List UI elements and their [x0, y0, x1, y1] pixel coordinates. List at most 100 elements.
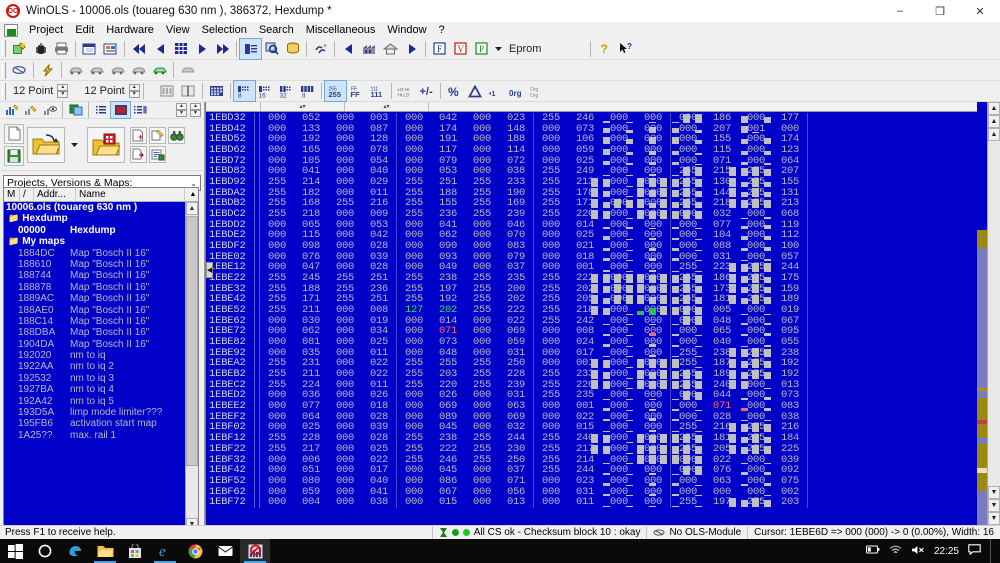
hex-value[interactable]: 013	[499, 497, 533, 508]
bits-16-icon[interactable]: 16	[255, 81, 276, 101]
tree-scroll-thumb[interactable]	[186, 216, 198, 466]
menu-miscellaneous[interactable]: Miscellaneous	[300, 22, 382, 38]
dock-stepper-1[interactable]: ▲ ▼	[176, 103, 187, 117]
hex-value[interactable]: 071	[499, 476, 533, 487]
hex-value[interactable]: 255	[534, 444, 568, 455]
checksum-section[interactable]: All CS ok - Checksum block 10 : okay	[431, 525, 647, 540]
zoom-find-icon[interactable]	[261, 39, 282, 59]
hex-value[interactable]: 025	[362, 444, 396, 455]
stack-icon[interactable]	[282, 39, 303, 59]
car-6-icon[interactable]	[177, 60, 198, 80]
hex-scroll-down-button[interactable]: ▼	[988, 486, 1000, 499]
start-button[interactable]	[0, 539, 30, 563]
menu-project[interactable]: Project	[23, 22, 69, 38]
tree-item[interactable]: 188610Map "Bosch II 16"▏	[4, 259, 198, 270]
binoculars-icon[interactable]	[168, 126, 185, 144]
tree-item[interactable]: 188AE0Map "Bosch II 16"▏	[4, 305, 198, 316]
hex-value[interactable]: 000	[328, 476, 362, 487]
mail-button[interactable]	[210, 539, 240, 563]
flash-f-icon[interactable]: F	[429, 39, 450, 59]
save-file-icon[interactable]	[4, 145, 24, 166]
menu-search[interactable]: Search	[253, 22, 300, 38]
header-address-cell[interactable]	[206, 102, 261, 111]
tree-item[interactable]: 192532nm to iq 3■	[4, 373, 198, 384]
tree-col-m[interactable]: M	[4, 187, 20, 202]
new-file-icon[interactable]	[4, 123, 24, 144]
tree-item[interactable]: 📁 My maps	[4, 236, 198, 247]
details-page-icon[interactable]	[149, 145, 166, 163]
percent-icon[interactable]: %	[444, 81, 465, 101]
tree-item[interactable]: 1922AAnm to iq 2■	[4, 361, 198, 372]
map-select-icon[interactable]	[9, 60, 30, 80]
org-icon[interactable]: 0rg	[507, 81, 528, 101]
hex-value[interactable]: 000	[534, 497, 568, 508]
hex-value[interactable]: 217	[294, 444, 328, 455]
cortana-button[interactable]	[30, 539, 60, 563]
eprom-p-icon[interactable]: P	[471, 39, 492, 59]
tree-header-scroll-up-icon[interactable]: ▲	[185, 188, 198, 202]
hex-value[interactable]: 000	[328, 497, 362, 508]
menu-help[interactable]: ?	[433, 22, 451, 38]
car-2-icon[interactable]	[86, 60, 107, 80]
hex-scroll-bottom-button[interactable]: ▼	[988, 512, 1000, 525]
chart-wand-icon[interactable]	[21, 102, 40, 118]
hex-value[interactable]: 000	[328, 444, 362, 455]
car-5-icon[interactable]	[149, 60, 170, 80]
tree-scroll-up-button[interactable]: ▲	[186, 202, 198, 215]
help-icon[interactable]: ?	[594, 39, 615, 59]
tree-item[interactable]: 1927BAnm to iq 4■	[4, 384, 198, 395]
tree-item[interactable]: 188744Map "Bosch II 16"▏	[4, 270, 198, 281]
tree-item[interactable]: 1904DAMap "Bosch II 16"—	[4, 339, 198, 350]
signed-icon[interactable]: +/-	[416, 81, 437, 101]
volume-muted-icon[interactable]	[911, 545, 925, 558]
fullscreen-icon[interactable]	[110, 101, 131, 119]
hex-scroll-top-button[interactable]: ▲	[988, 102, 1000, 115]
hex-value[interactable]: 255	[397, 444, 431, 455]
hex-left-collapse-handle[interactable]: ◀	[206, 262, 213, 278]
open-project-icon[interactable]	[27, 126, 65, 163]
bin-111-icon[interactable]: 111 111	[367, 81, 388, 101]
dec-255-icon[interactable]: 255 255	[323, 80, 347, 102]
next-icon[interactable]	[191, 39, 212, 59]
factor-icon[interactable]: •1	[486, 81, 507, 101]
orgorg-icon[interactable]: Org Org	[528, 81, 549, 101]
delta-icon[interactable]	[465, 81, 486, 101]
tree-item[interactable]: 192020nm to iq■	[4, 350, 198, 361]
virtual-v-icon[interactable]: V	[450, 39, 471, 59]
open-window-icon[interactable]	[79, 39, 100, 59]
menu-hardware[interactable]: Hardware	[100, 22, 160, 38]
help-context-icon[interactable]: ?	[615, 39, 636, 59]
window-split-icon[interactable]	[66, 102, 85, 118]
chart-eye-icon[interactable]	[40, 102, 59, 118]
header-group-3[interactable]	[429, 102, 1000, 111]
hex-scroll-pageup-button[interactable]: ▲	[988, 115, 1000, 128]
list-order-icon[interactable]	[92, 102, 111, 118]
car-3-icon[interactable]	[107, 60, 128, 80]
store-button[interactable]	[120, 539, 150, 563]
lightning-icon[interactable]	[37, 60, 58, 80]
menu-window[interactable]: Window	[381, 22, 432, 38]
hex-scroll-pagedown-button[interactable]: ▼	[988, 499, 1000, 512]
grid-icon[interactable]	[170, 39, 191, 59]
hex-value[interactable]: 000	[465, 476, 499, 487]
internet-explorer-button[interactable]: e	[150, 539, 180, 563]
edge-button[interactable]	[60, 539, 90, 563]
menu-edit[interactable]: Edit	[69, 22, 100, 38]
tree-body[interactable]: 10006.ols (touareg 630 nm ) 📁 Hexdump 00000…	[4, 202, 198, 531]
car-1-icon[interactable]	[65, 60, 86, 80]
hex-value[interactable]: 040	[362, 476, 396, 487]
hex-scroll-up-button[interactable]: ▲	[988, 128, 1000, 141]
hex-value[interactable]: 230	[499, 444, 533, 455]
font-size-1-stepper[interactable]: ▲ ▼	[57, 84, 69, 98]
hex-ff-icon[interactable]: FF FF	[346, 81, 367, 101]
tree-scrollbar[interactable]: ▲ ▼	[185, 202, 198, 531]
hex-value[interactable]: 255	[260, 444, 294, 455]
lohi-hilo-icon[interactable]: LO HI HI LO	[395, 81, 416, 101]
link-icon[interactable]: +	[310, 39, 331, 59]
first-icon[interactable]	[128, 39, 149, 59]
toolbar-grip[interactable]	[2, 40, 6, 57]
file-explorer-button[interactable]	[90, 539, 120, 563]
tree-item[interactable]: 1A25??max. rail 1▬	[4, 430, 198, 441]
file-overview-minimap[interactable]	[977, 102, 987, 525]
col-split-icon[interactable]	[178, 81, 199, 101]
